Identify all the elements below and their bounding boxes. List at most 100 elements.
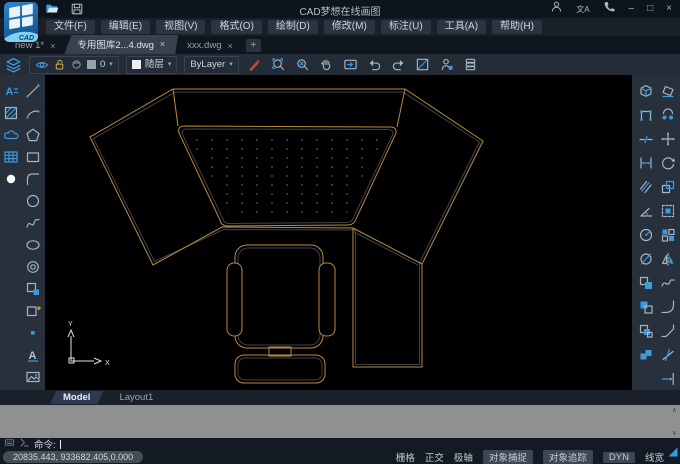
fullscreen-grip-icon[interactable] bbox=[667, 445, 679, 463]
command-history-panel[interactable]: ∧ ∨ bbox=[0, 405, 680, 438]
doc-tab-xxx[interactable]: xxx.dwg × bbox=[178, 38, 242, 54]
menu-tools[interactable]: 工具(A) bbox=[436, 20, 487, 34]
toggle-dyn[interactable]: DYN bbox=[602, 451, 635, 463]
erase-icon[interactable] bbox=[660, 83, 676, 99]
trim-icon[interactable] bbox=[660, 347, 676, 363]
polyline-edit-icon[interactable] bbox=[638, 107, 654, 123]
menu-file[interactable]: 文件(F) bbox=[46, 20, 95, 34]
toggle-lineweight[interactable]: 线宽 bbox=[645, 450, 664, 464]
mirror-icon[interactable] bbox=[660, 251, 676, 267]
support-phone-icon[interactable] bbox=[603, 0, 616, 18]
minimize-button[interactable]: – bbox=[629, 4, 635, 14]
doc-tab-library[interactable]: 专用图库2...4.dwg × bbox=[64, 35, 178, 54]
command-line[interactable]: 命令: bbox=[0, 437, 680, 451]
dim-angular-icon[interactable] bbox=[638, 203, 654, 219]
extend-icon[interactable] bbox=[660, 371, 676, 387]
group-icon[interactable] bbox=[638, 347, 654, 363]
box-3d-icon[interactable] bbox=[638, 83, 654, 99]
measure-icon[interactable] bbox=[414, 56, 431, 73]
arc-icon[interactable] bbox=[25, 105, 41, 121]
toggle-grid[interactable]: 栅格 bbox=[396, 450, 415, 464]
new-tab-button[interactable]: + bbox=[245, 39, 261, 52]
color-control-group[interactable]: 随层 ▾ bbox=[125, 55, 178, 74]
layer-manager-icon[interactable] bbox=[462, 56, 479, 73]
fillet-corner-icon[interactable] bbox=[25, 171, 41, 187]
insert-block-icon[interactable] bbox=[25, 303, 41, 319]
tab-close-icon[interactable]: × bbox=[50, 41, 55, 51]
dim-linear-icon[interactable] bbox=[638, 155, 654, 171]
paste-block-icon[interactable] bbox=[638, 299, 654, 315]
dim-diameter-icon[interactable] bbox=[638, 251, 654, 267]
layer-panel-icon[interactable] bbox=[5, 56, 22, 73]
donut-icon[interactable] bbox=[25, 259, 41, 275]
paste-coords-icon[interactable] bbox=[638, 323, 654, 339]
layer-control-group[interactable]: 0 ▾ bbox=[29, 55, 119, 74]
layer-unlock-icon[interactable] bbox=[53, 58, 66, 71]
linetype-dropdown-icon[interactable]: ▾ bbox=[229, 61, 233, 69]
tab-close-icon[interactable]: × bbox=[160, 39, 165, 49]
linetype-control-group[interactable]: ByLayer ▾ bbox=[184, 55, 239, 74]
ellipse-icon[interactable] bbox=[25, 237, 41, 253]
menu-help[interactable]: 帮助(H) bbox=[492, 20, 542, 34]
redo-icon[interactable] bbox=[390, 56, 407, 73]
block-icon[interactable] bbox=[25, 281, 41, 297]
polygon-icon[interactable] bbox=[25, 127, 41, 143]
rotate-icon[interactable] bbox=[660, 155, 676, 171]
zoom-extents-icon[interactable] bbox=[294, 56, 311, 73]
layer-color-swatch[interactable] bbox=[87, 60, 96, 69]
toggle-polar[interactable]: 极轴 bbox=[454, 450, 473, 464]
spline-fit-icon[interactable] bbox=[660, 275, 676, 291]
copy-base-icon[interactable] bbox=[638, 275, 654, 291]
scroll-up-icon[interactable]: ∧ bbox=[672, 406, 677, 414]
current-color-swatch[interactable] bbox=[131, 60, 141, 69]
drawing-canvas[interactable]: Y X bbox=[45, 75, 632, 390]
menu-view[interactable]: 视图(V) bbox=[156, 20, 206, 34]
table-icon[interactable] bbox=[3, 149, 19, 165]
layer-visibility-icon[interactable] bbox=[35, 58, 49, 72]
scale-icon[interactable] bbox=[660, 203, 676, 219]
toggle-otrack[interactable]: 对象追踪 bbox=[542, 450, 593, 464]
tab-model[interactable]: Model bbox=[50, 391, 103, 404]
zoom-previous-icon[interactable] bbox=[342, 56, 359, 73]
pan-icon[interactable] bbox=[318, 56, 335, 73]
menu-modify[interactable]: 修改(M) bbox=[323, 20, 375, 34]
close-button[interactable]: × bbox=[666, 4, 672, 14]
menu-format[interactable]: 格式(O) bbox=[211, 20, 262, 34]
move-icon[interactable] bbox=[660, 131, 676, 147]
copy-icon[interactable] bbox=[660, 107, 676, 123]
circle-icon[interactable] bbox=[25, 193, 41, 209]
menu-edit[interactable]: 编辑(E) bbox=[100, 20, 151, 34]
match-properties-icon[interactable] bbox=[246, 56, 263, 73]
menu-dimension[interactable]: 标注(U) bbox=[380, 20, 431, 34]
text-icon[interactable]: A bbox=[25, 347, 41, 363]
text-style-icon[interactable]: A bbox=[3, 83, 19, 99]
translate-icon[interactable]: 文A bbox=[576, 4, 589, 15]
maximize-button[interactable]: □ bbox=[647, 4, 653, 14]
toggle-ortho[interactable]: 正交 bbox=[425, 450, 444, 464]
command-panel-icon[interactable] bbox=[4, 437, 15, 451]
rectangle-icon[interactable] bbox=[25, 149, 41, 165]
point-icon[interactable] bbox=[25, 325, 41, 341]
user-profile-icon[interactable] bbox=[438, 56, 455, 73]
tab-layout1[interactable]: Layout1 bbox=[106, 391, 166, 404]
keyboard-icon[interactable] bbox=[19, 437, 30, 451]
zoom-window-icon[interactable] bbox=[270, 56, 287, 73]
point-style-icon-active[interactable] bbox=[3, 171, 19, 187]
break-icon[interactable] bbox=[638, 131, 654, 147]
hatch-icon[interactable] bbox=[3, 105, 19, 121]
line-icon[interactable] bbox=[25, 83, 41, 99]
image-icon[interactable] bbox=[25, 369, 41, 385]
layer-dropdown-icon[interactable]: ▾ bbox=[109, 61, 113, 69]
toggle-osnap[interactable]: 对象捕捉 bbox=[482, 450, 533, 464]
command-history-scrollbar[interactable]: ∧ ∨ bbox=[672, 405, 677, 438]
revision-cloud-icon[interactable] bbox=[3, 127, 19, 143]
undo-icon[interactable] bbox=[366, 56, 383, 73]
tab-close-icon[interactable]: × bbox=[227, 41, 232, 51]
array-icon[interactable] bbox=[660, 227, 676, 243]
dim-aligned-icon[interactable] bbox=[638, 179, 654, 195]
fillet-icon[interactable] bbox=[660, 299, 676, 315]
offset-icon[interactable] bbox=[660, 179, 676, 195]
chamfer-icon[interactable] bbox=[660, 323, 676, 339]
dim-radius-icon[interactable] bbox=[638, 227, 654, 243]
user-account-icon[interactable] bbox=[550, 0, 563, 18]
